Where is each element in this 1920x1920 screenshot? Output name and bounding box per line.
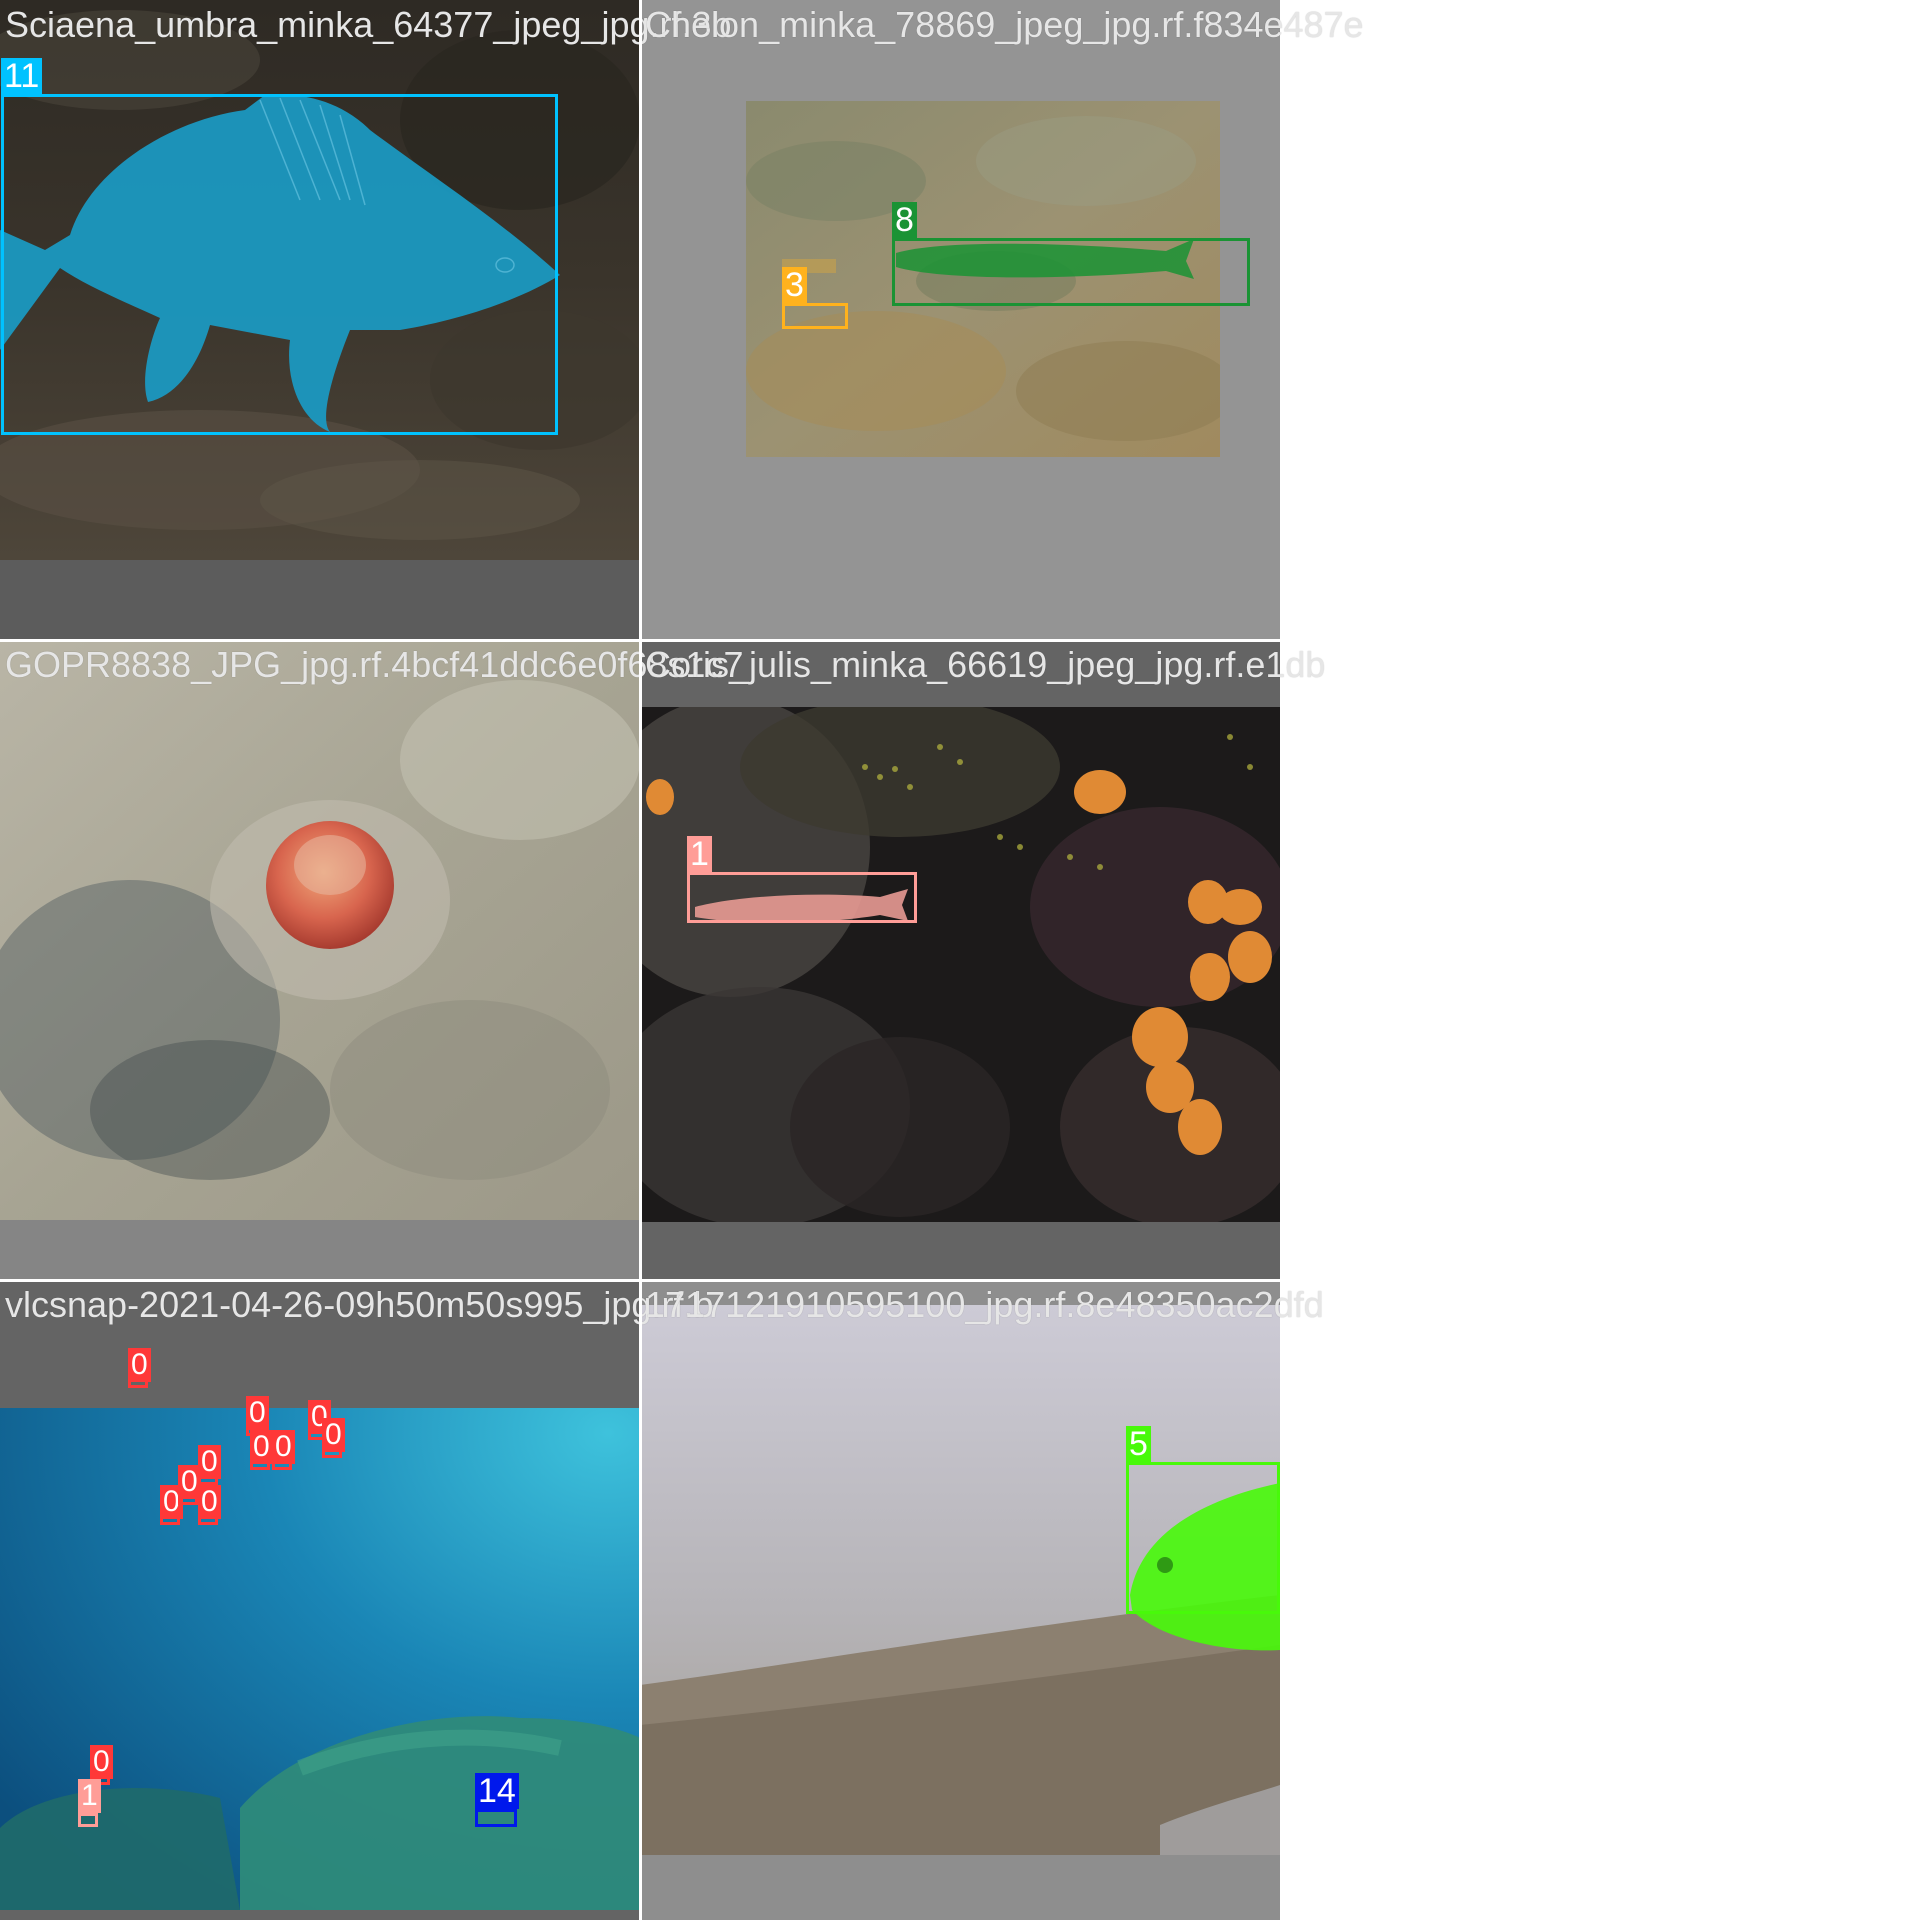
detection-box: 11 <box>1 58 558 435</box>
class-label: 0 <box>198 1485 221 1519</box>
detection-box: 0 <box>198 1485 221 1525</box>
grid-divider <box>639 0 642 1920</box>
class-label: 0 <box>250 1430 273 1464</box>
class-label: 11 <box>1 58 43 94</box>
image-filename: Coris_julis_minka_66619_jpeg_jpg.rf.e1db <box>645 644 1326 685</box>
class-label: 0 <box>90 1745 113 1779</box>
detection-box: 1 <box>687 836 917 923</box>
bounding-box <box>1 94 558 435</box>
class-label: 1 <box>78 1779 101 1813</box>
detection-box: 0 <box>178 1465 201 1505</box>
detection-box: 0 <box>322 1418 345 1458</box>
grid-divider <box>0 1279 1280 1282</box>
seabed-photo <box>0 640 640 1220</box>
image-filename: 1717121910595100_jpg.rf.8e48350ac2dfd <box>645 1284 1324 1325</box>
underwater-photo <box>0 1408 640 1910</box>
detection-box: 14 <box>475 1773 519 1827</box>
class-label: 1 <box>687 836 712 872</box>
detection-box: 0 <box>198 1445 221 1485</box>
bounding-box <box>1126 1462 1280 1614</box>
class-label: 14 <box>475 1773 519 1809</box>
bounding-box <box>475 1809 517 1827</box>
class-label: 0 <box>246 1396 269 1430</box>
detection-box: 0 <box>250 1430 273 1470</box>
class-label: 0 <box>128 1348 151 1382</box>
class-label: 0 <box>198 1445 221 1479</box>
image-filename: Chelon_minka_78869_jpeg_jpg.rf.f834e487e <box>645 4 1364 45</box>
class-label: 0 <box>272 1430 295 1464</box>
detection-box: 3 <box>782 267 848 329</box>
image-filename: vlcsnap-2021-04-26-09h50m50s995_jpg.rf.b <box>5 1284 714 1325</box>
class-label: 3 <box>782 267 807 303</box>
detection-box: 1 <box>78 1779 101 1827</box>
mosaic-tile-2: 8 3 Chelon_minka_78869_jpeg_jpg.rf.f834e… <box>640 0 1364 640</box>
mosaic-tile-6: 5 1717121910595100_jpg.rf.8e48350ac2dfd <box>640 1280 1324 1920</box>
bounding-box <box>892 238 1250 306</box>
mosaic-tile-3: GOPR8838_JPG_jpg.rf.4bcf41ddc6e0f68s1c7 <box>0 640 743 1280</box>
class-label: 8 <box>892 202 917 238</box>
mosaic-tile-5: 0 0 0 0 0 0 0 0 0 0 0 1 14 vlcsnap-2021-… <box>0 1280 713 1920</box>
image-filename: GOPR8838_JPG_jpg.rf.4bcf41ddc6e0f68s1c7 <box>5 644 744 685</box>
grid-divider <box>0 639 1280 642</box>
bounding-box <box>782 303 848 329</box>
class-label: 0 <box>322 1418 345 1452</box>
detection-box: 0 <box>160 1485 183 1525</box>
image-filename: Sciaena_umbra_minka_64377_jpeg_jpg.rf.3b <box>5 4 732 45</box>
detection-box: 0 <box>272 1430 295 1470</box>
class-label: 5 <box>1126 1426 1151 1462</box>
mosaic-tile-1: 11 Sciaena_umbra_minka_64377_jpeg_jpg.rf… <box>0 0 732 640</box>
detection-box: 8 <box>892 202 1250 306</box>
reef-photo <box>640 707 1280 1222</box>
mosaic-tile-4: 1 Coris_julis_minka_66619_jpeg_jpg.rf.e1… <box>640 640 1325 1280</box>
detection-box: 0 <box>128 1348 151 1388</box>
bounding-box <box>687 872 917 923</box>
bounding-box <box>78 1813 98 1827</box>
detection-box: 5 <box>1126 1426 1280 1614</box>
